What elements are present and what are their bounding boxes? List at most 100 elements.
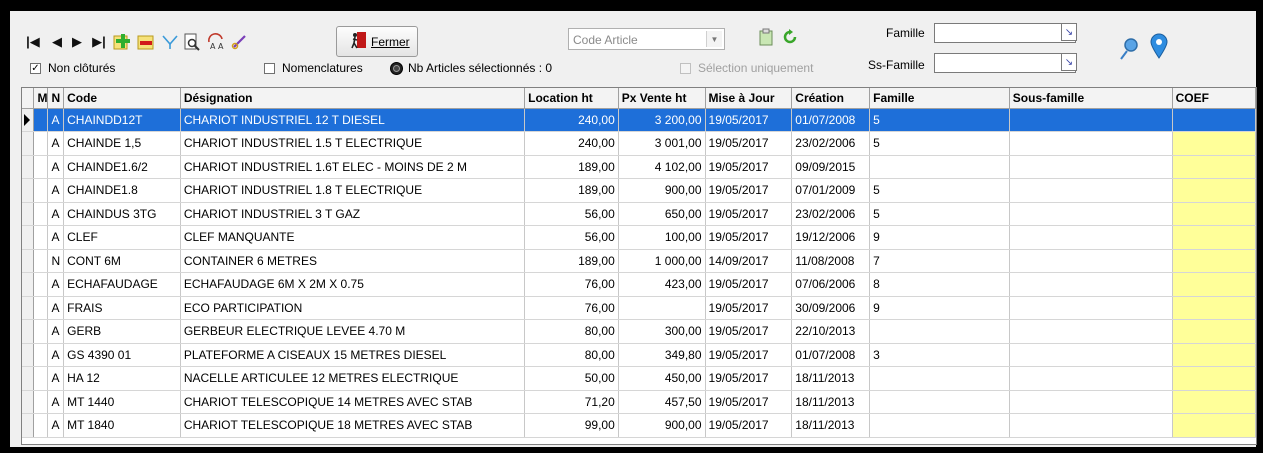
cell-sous-famille[interactable] [1009, 155, 1173, 179]
col-header-sous-famille[interactable]: Sous-famille [1009, 88, 1173, 109]
cell-px-vente-ht[interactable]: 423,00 [618, 272, 706, 297]
cell-famille[interactable] [869, 390, 1010, 414]
table-row[interactable]: A MT 1440 CHARIOT TELESCOPIQUE 14 METRES A… [22, 390, 1256, 414]
cell-famille[interactable]: 9 [869, 225, 1010, 250]
cell-location-ht[interactable]: 71,20 [524, 390, 619, 414]
cell-n[interactable]: A [47, 296, 65, 320]
cell-location-ht[interactable]: 80,00 [524, 343, 619, 367]
cell-designation[interactable]: CHARIOT INDUSTRIEL 1.6T ELEC - MOINS DE … [180, 155, 526, 179]
cell-famille[interactable] [869, 366, 1010, 391]
cell-mise-a-jour[interactable]: 19/05/2017 [705, 343, 793, 367]
cell-mise-a-jour[interactable]: 19/05/2017 [705, 413, 793, 438]
cell-famille[interactable]: 7 [869, 249, 1010, 273]
cell-famille[interactable]: 3 [869, 343, 1010, 367]
cell-n[interactable]: A [47, 390, 65, 414]
cell-mise-a-jour[interactable]: 19/05/2017 [705, 108, 793, 132]
cell-location-ht[interactable]: 80,00 [524, 319, 619, 344]
row-indicator[interactable] [22, 249, 35, 273]
table-row[interactable]: A CHAINDUS 3TG CHARIOT INDUSTRIEL 3 T GAZ 5… [22, 202, 1256, 226]
cell-creation[interactable]: 18/11/2013 [791, 390, 871, 414]
cell-designation[interactable]: ECO PARTICIPATION [180, 296, 526, 320]
cell-creation[interactable]: 01/07/2008 [791, 343, 871, 367]
col-header-px-vente-ht[interactable]: Px Vente ht [618, 88, 706, 109]
cell-n[interactable]: A [47, 272, 65, 297]
cell-designation[interactable]: CHARIOT INDUSTRIEL 1.8 T ELECTRIQUE [180, 178, 526, 203]
table-row[interactable]: A MT 1840 CHARIOT TELESCOPIQUE 18 METRES A… [22, 413, 1256, 438]
cell-famille[interactable]: 5 [869, 178, 1010, 203]
cell-sous-famille[interactable] [1009, 296, 1173, 320]
cell-m[interactable] [33, 413, 49, 438]
cell-coef[interactable] [1172, 272, 1256, 297]
col-header-location-ht[interactable]: Location ht [524, 88, 619, 109]
cell-location-ht[interactable]: 50,00 [524, 366, 619, 391]
cell-code[interactable]: CONT 6M [63, 249, 181, 273]
cell-location-ht[interactable]: 56,00 [524, 225, 619, 250]
cell-designation[interactable]: CHARIOT TELESCOPIQUE 18 METRES AVEC STAB [180, 413, 526, 438]
cell-code[interactable]: MT 1440 [63, 390, 181, 414]
cell-n[interactable]: N [47, 249, 65, 273]
code-article-combobox[interactable]: Code Article ▼ [568, 28, 725, 50]
cell-famille[interactable]: 5 [869, 202, 1010, 226]
cell-mise-a-jour[interactable]: 19/05/2017 [705, 296, 793, 320]
cell-coef[interactable] [1172, 413, 1256, 438]
cell-mise-a-jour[interactable]: 19/05/2017 [705, 202, 793, 226]
col-header-code[interactable]: Code [63, 88, 181, 109]
search-replace-icon[interactable]: A A [206, 32, 226, 52]
cell-designation[interactable]: CHARIOT INDUSTRIEL 1.5 T ELECTRIQUE [180, 131, 526, 156]
cell-creation[interactable]: 11/08/2008 [791, 249, 871, 273]
cell-sous-famille[interactable] [1009, 249, 1173, 273]
table-row[interactable]: A FRAIS ECO PARTICIPATION 76,00 19/05/2017 30… [22, 296, 1256, 320]
chevron-down-icon[interactable]: ▼ [706, 31, 722, 47]
cell-designation[interactable]: CLEF MANQUANTE [180, 225, 526, 250]
cell-n[interactable]: A [47, 155, 65, 179]
cell-mise-a-jour[interactable]: 19/05/2017 [705, 272, 793, 297]
cell-mise-a-jour[interactable]: 19/05/2017 [705, 131, 793, 156]
cell-n[interactable]: A [47, 108, 65, 132]
cell-mise-a-jour[interactable]: 19/05/2017 [705, 178, 793, 203]
cell-px-vente-ht[interactable]: 450,00 [618, 366, 706, 391]
prev-record-icon[interactable]: ◀ [48, 33, 66, 51]
famille-link-icon[interactable]: ↘ [1061, 23, 1077, 41]
cell-designation[interactable]: CHARIOT INDUSTRIEL 3 T GAZ [180, 202, 526, 226]
cell-m[interactable] [33, 366, 49, 391]
cell-sous-famille[interactable] [1009, 202, 1173, 226]
row-indicator[interactable] [22, 202, 35, 226]
cell-px-vente-ht[interactable]: 1 000,00 [618, 249, 706, 273]
next-record-icon[interactable]: ▶ [68, 33, 86, 51]
cell-creation[interactable]: 18/11/2013 [791, 366, 871, 391]
cell-sous-famille[interactable] [1009, 413, 1173, 438]
cell-n[interactable]: A [47, 343, 65, 367]
ss-famille-link-icon[interactable]: ↘ [1061, 53, 1077, 71]
cell-sous-famille[interactable] [1009, 108, 1173, 132]
col-header-designation[interactable]: Désignation [180, 88, 526, 109]
cell-code[interactable]: GS 4390 01 [63, 343, 181, 367]
cell-code[interactable]: HA 12 [63, 366, 181, 391]
cell-n[interactable]: A [47, 178, 65, 203]
delete-record-icon[interactable] [136, 32, 156, 52]
cell-px-vente-ht[interactable]: 900,00 [618, 413, 706, 438]
cell-creation[interactable]: 09/09/2015 [791, 155, 871, 179]
cell-famille[interactable]: 8 [869, 272, 1010, 297]
cell-sous-famille[interactable] [1009, 390, 1173, 414]
cell-creation[interactable]: 23/02/2006 [791, 131, 871, 156]
cell-px-vente-ht[interactable]: 900,00 [618, 178, 706, 203]
row-indicator[interactable] [22, 108, 35, 132]
cell-mise-a-jour[interactable]: 19/05/2017 [705, 155, 793, 179]
cell-coef[interactable] [1172, 178, 1256, 203]
cell-n[interactable]: A [47, 413, 65, 438]
cell-location-ht[interactable]: 240,00 [524, 131, 619, 156]
cell-code[interactable]: CHAINDE1.8 [63, 178, 181, 203]
cell-coef[interactable] [1172, 108, 1256, 132]
cell-creation[interactable]: 07/01/2009 [791, 178, 871, 203]
cell-px-vente-ht[interactable]: 650,00 [618, 202, 706, 226]
table-row[interactable]: A CHAINDE1.8 CHARIOT INDUSTRIEL 1.8 T ELEC… [22, 178, 1256, 203]
cell-mise-a-jour[interactable]: 19/05/2017 [705, 319, 793, 344]
cell-px-vente-ht[interactable]: 3 001,00 [618, 131, 706, 156]
cell-creation[interactable]: 07/06/2006 [791, 272, 871, 297]
cell-code[interactable]: MT 1840 [63, 413, 181, 438]
cell-code[interactable]: ECHAFAUDAGE [63, 272, 181, 297]
col-header-famille[interactable]: Famille [869, 88, 1010, 109]
row-indicator[interactable] [22, 131, 35, 156]
row-indicator[interactable] [22, 413, 35, 438]
cell-coef[interactable] [1172, 390, 1256, 414]
